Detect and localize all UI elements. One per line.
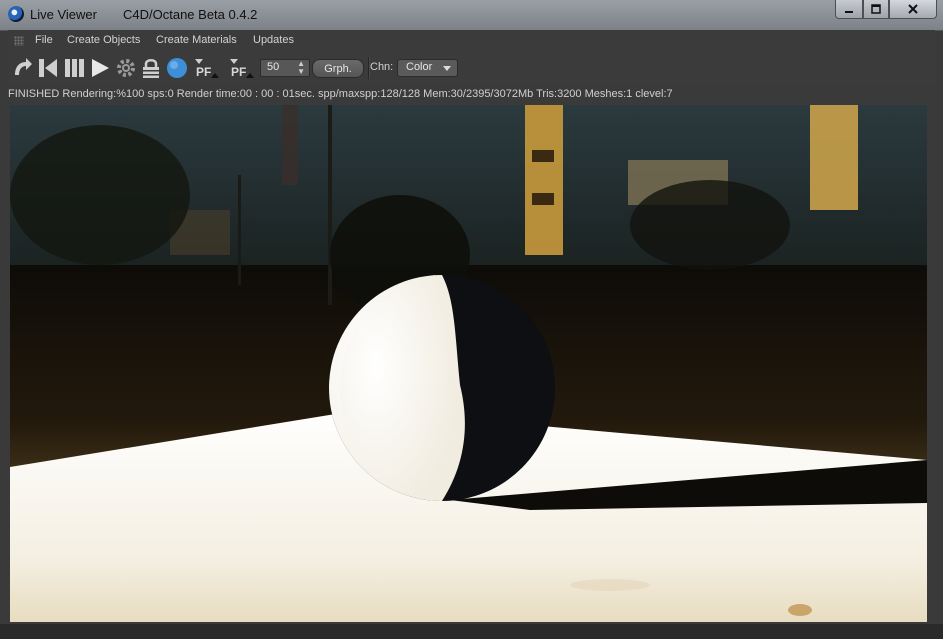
- pause-button[interactable]: [62, 56, 86, 80]
- maximize-icon: [871, 4, 881, 14]
- live-viewer-window: Live Viewer C4D/Octane Beta 0.4.2 File C…: [0, 0, 943, 639]
- window-bottom-frame: [0, 624, 943, 639]
- pf-icon: PF: [195, 59, 219, 79]
- play-icon: [92, 59, 109, 77]
- sphere-button[interactable]: [165, 56, 189, 80]
- render-viewport[interactable]: [10, 105, 927, 622]
- stop-button[interactable]: [36, 56, 60, 80]
- maximize-button[interactable]: [863, 0, 889, 19]
- samples-value: 50: [267, 61, 280, 73]
- render-image: [10, 105, 927, 622]
- menu-file[interactable]: File: [35, 34, 53, 46]
- stop-icon: [39, 59, 57, 77]
- menu-create-objects[interactable]: Create Objects: [67, 34, 140, 46]
- pause-icon: [65, 59, 84, 77]
- toolbar: PF PF 50 ▲ ▼ Grph. Chn: Color: [8, 53, 935, 85]
- samples-stepper[interactable]: 50 ▲ ▼: [260, 59, 310, 77]
- sphere-icon: [167, 58, 187, 78]
- settings-button[interactable]: [114, 56, 138, 80]
- menu-updates[interactable]: Updates: [253, 34, 294, 46]
- minimize-button[interactable]: [835, 0, 863, 19]
- play-button[interactable]: [88, 56, 112, 80]
- menu-bar: File Create Objects Create Materials Upd…: [8, 30, 935, 52]
- menu-grip-icon[interactable]: [14, 36, 24, 46]
- chevron-down-icon: [443, 66, 451, 71]
- window-controls: [835, 0, 937, 20]
- lock-button[interactable]: [139, 56, 163, 80]
- svg-text:PF: PF: [231, 65, 246, 79]
- render-status: FINISHED Rendering:%100 sps:0 Render tim…: [8, 88, 673, 100]
- stepper-arrows-icon[interactable]: ▲ ▼: [297, 60, 305, 76]
- channel-select[interactable]: Color: [397, 59, 458, 77]
- close-icon: [908, 4, 918, 14]
- channel-value: Color: [406, 61, 433, 73]
- window-title: Live Viewer: [30, 7, 97, 22]
- lock-icon: [143, 59, 159, 78]
- app-icon: [8, 6, 24, 22]
- settings-icon: [117, 59, 135, 77]
- menu-create-materials[interactable]: Create Materials: [156, 34, 237, 46]
- channel-label: Chn:: [370, 61, 394, 73]
- restart-button[interactable]: [10, 56, 34, 80]
- pf-alt-button[interactable]: PF: [228, 56, 254, 80]
- restart-icon: [15, 58, 32, 75]
- graph-button[interactable]: Grph.: [312, 59, 364, 78]
- pf-button[interactable]: PF: [193, 56, 219, 80]
- title-bar[interactable]: Live Viewer C4D/Octane Beta 0.4.2: [0, 0, 943, 31]
- close-button[interactable]: [889, 0, 937, 19]
- window-subtitle: C4D/Octane Beta 0.4.2: [123, 7, 258, 22]
- pf-alt-icon: PF: [230, 59, 254, 79]
- minimize-icon: [845, 11, 853, 13]
- svg-text:PF: PF: [196, 65, 211, 79]
